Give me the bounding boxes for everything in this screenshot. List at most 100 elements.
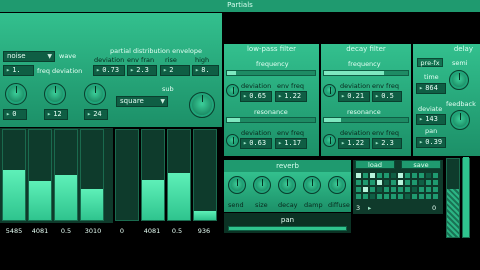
- preset-cell[interactable]: [391, 173, 396, 178]
- wave-knob-1[interactable]: [5, 83, 27, 105]
- preset-cell[interactable]: [419, 180, 424, 185]
- prefx-button[interactable]: pre-fx: [417, 58, 443, 67]
- preset-cell[interactable]: [391, 194, 396, 199]
- env-fran-field[interactable]: ▸ 2.3: [127, 65, 157, 76]
- decay-dev2-field[interactable]: ▸ 1.22: [338, 138, 370, 149]
- deviate-field[interactable]: ▸ 143: [416, 114, 446, 125]
- preset-cell[interactable]: [370, 187, 375, 192]
- preset-cell[interactable]: [433, 180, 438, 185]
- preset-cell[interactable]: [356, 173, 361, 178]
- ms-right-slider-1[interactable]: [115, 129, 139, 221]
- sub-knob[interactable]: [189, 92, 215, 118]
- preset-cell[interactable]: [412, 187, 417, 192]
- preset-cell[interactable]: [426, 173, 431, 178]
- preset-cell[interactable]: [426, 194, 431, 199]
- env-high-field[interactable]: ▸ 8.: [192, 65, 219, 76]
- preset-cell[interactable]: [419, 173, 424, 178]
- preset-cell[interactable]: [377, 187, 382, 192]
- ms-right-slider-4[interactable]: [193, 129, 217, 221]
- lowpass-dev2-field[interactable]: ▸ 0.63: [240, 138, 272, 149]
- wave-knob-3[interactable]: [84, 83, 106, 105]
- reverb-diffuse-knob[interactable]: [328, 176, 346, 194]
- preset-cell[interactable]: [398, 187, 403, 192]
- feedback-knob[interactable]: [450, 110, 470, 130]
- decay-resonance-slider[interactable]: [323, 117, 409, 123]
- preset-cell[interactable]: [391, 187, 396, 192]
- ms-right-slider-2[interactable]: [141, 129, 165, 221]
- preset-cell[interactable]: [384, 180, 389, 185]
- preset-cell[interactable]: [419, 187, 424, 192]
- lowpass-knob-2[interactable]: [226, 134, 239, 147]
- preset-cell[interactable]: [377, 194, 382, 199]
- preset-cell[interactable]: [412, 180, 417, 185]
- wave-knob-3-value[interactable]: ▸ 24: [84, 109, 108, 120]
- reverb-pan-slider[interactable]: [228, 226, 347, 231]
- preset-cell[interactable]: [419, 194, 424, 199]
- preset-cell[interactable]: [377, 173, 382, 178]
- preset-cell[interactable]: [398, 180, 403, 185]
- preset-cell[interactable]: [363, 194, 368, 199]
- load-button[interactable]: load: [355, 160, 395, 169]
- lowpass-knob-1[interactable]: [226, 84, 239, 97]
- wave-knob-1-value[interactable]: ▸ 0: [3, 109, 27, 120]
- decay-knob-2[interactable]: [323, 134, 336, 147]
- lowpass-dev1-field[interactable]: ▸ 0.65: [240, 91, 272, 102]
- decay-envfreq2-field[interactable]: ▸ 2.3: [372, 138, 402, 149]
- preset-cell[interactable]: [405, 180, 410, 185]
- lowpass-resonance-slider[interactable]: [226, 117, 316, 123]
- lowpass-envfreq2-field[interactable]: ▸ 1.17: [275, 138, 307, 149]
- delay-pan-field[interactable]: ▸ 0.39: [416, 137, 446, 148]
- preset-cell[interactable]: [405, 187, 410, 192]
- preset-cell[interactable]: [433, 173, 438, 178]
- preset-cell[interactable]: [391, 180, 396, 185]
- preset-cell[interactable]: [426, 187, 431, 192]
- preset-cell[interactable]: [398, 194, 403, 199]
- ms-left-slider-3[interactable]: [54, 129, 78, 221]
- preset-cell[interactable]: [384, 187, 389, 192]
- time-field[interactable]: ▸ 864: [416, 83, 446, 94]
- ms-left-slider-4[interactable]: [80, 129, 104, 221]
- preset-cell[interactable]: [356, 194, 361, 199]
- lowpass-envfreq1-field[interactable]: ▸ 1.22: [275, 91, 307, 102]
- ms-left-slider-1[interactable]: [2, 129, 26, 221]
- lowpass-frequency-slider[interactable]: [226, 70, 316, 76]
- reverb-damp-knob[interactable]: [303, 176, 321, 194]
- save-button[interactable]: save: [401, 160, 441, 169]
- preset-cell[interactable]: [356, 187, 361, 192]
- preset-cell[interactable]: [433, 194, 438, 199]
- ms-right-slider-3[interactable]: [167, 129, 191, 221]
- preset-cell[interactable]: [370, 180, 375, 185]
- decay-knob-1[interactable]: [323, 84, 336, 97]
- preset-cell[interactable]: [398, 173, 403, 178]
- freq-deviation-field[interactable]: ▸ 1.: [3, 65, 34, 76]
- env-rise-field[interactable]: ▸ 2: [160, 65, 190, 76]
- decay-frequency-slider[interactable]: [323, 70, 409, 76]
- wave-knob-2[interactable]: [44, 83, 66, 105]
- preset-cell[interactable]: [405, 173, 410, 178]
- preset-cell[interactable]: [384, 173, 389, 178]
- sub-select[interactable]: square ▼: [116, 96, 168, 107]
- preset-cell[interactable]: [412, 173, 417, 178]
- preset-cell[interactable]: [363, 180, 368, 185]
- wave-knob-2-value[interactable]: ▸ 12: [44, 109, 68, 120]
- env-deviation-field[interactable]: ▸ 0.73: [93, 65, 125, 76]
- preset-cell[interactable]: [363, 187, 368, 192]
- preset-grid[interactable]: [356, 173, 440, 201]
- preset-cell[interactable]: [412, 194, 417, 199]
- wave-select[interactable]: noise ▼: [3, 51, 55, 62]
- preset-cell[interactable]: [363, 173, 368, 178]
- preset-cell[interactable]: [356, 180, 361, 185]
- ms-left-slider-2[interactable]: [28, 129, 52, 221]
- decay-dev1-field[interactable]: ▸ 0.21: [338, 91, 370, 102]
- reverb-size-knob[interactable]: [253, 176, 271, 194]
- preset-cell[interactable]: [433, 187, 438, 192]
- preset-cell[interactable]: [405, 194, 410, 199]
- reverb-decay-knob[interactable]: [278, 176, 296, 194]
- preset-cell[interactable]: [377, 180, 382, 185]
- decay-envfreq1-field[interactable]: ▸ 0.5: [372, 91, 402, 102]
- preset-cell[interactable]: [370, 194, 375, 199]
- preset-cell[interactable]: [384, 194, 389, 199]
- preset-cell[interactable]: [370, 173, 375, 178]
- reverb-send-knob[interactable]: [228, 176, 246, 194]
- preset-cell[interactable]: [426, 180, 431, 185]
